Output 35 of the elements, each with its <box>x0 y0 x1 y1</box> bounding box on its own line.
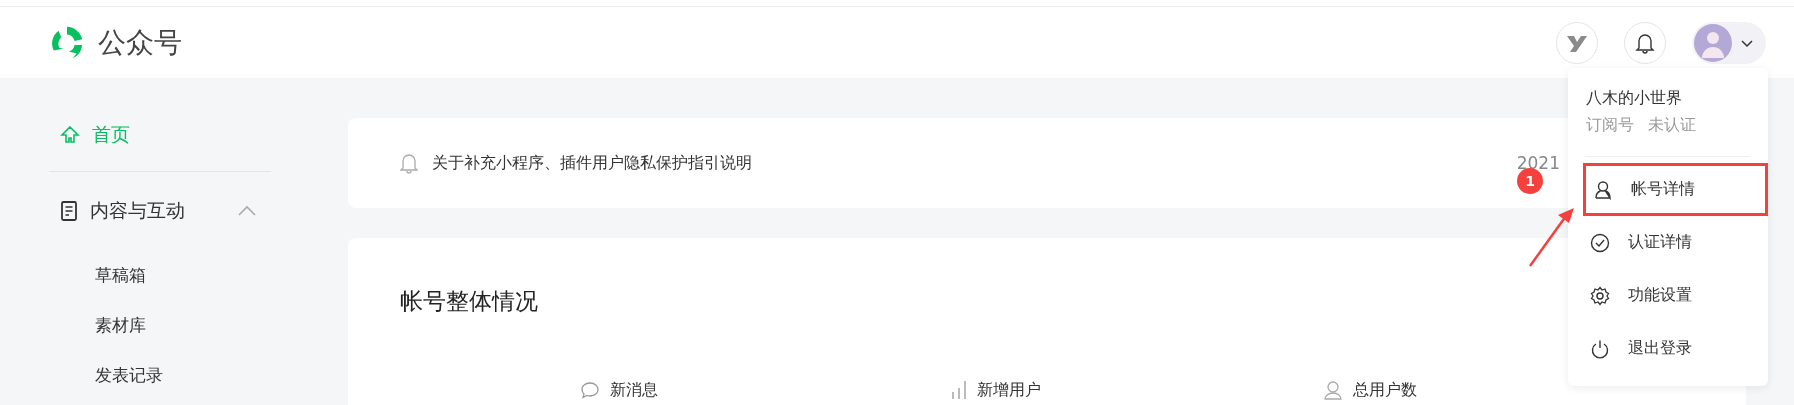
settings-icon <box>1590 285 1610 306</box>
chat-bubble-icon <box>580 381 600 399</box>
notification-button[interactable] <box>1624 21 1666 64</box>
account-name: 八木的小世界 <box>1585 87 1683 109</box>
bar-chart-icon <box>951 379 968 401</box>
account-button[interactable] <box>1692 21 1766 64</box>
bell-icon <box>1635 31 1655 54</box>
document-icon <box>60 200 78 222</box>
stat-label: 新增用户 <box>977 379 1042 401</box>
home-icon <box>60 125 80 145</box>
power-icon <box>1590 338 1610 359</box>
sidebar-group[interactable]: 内容与互动 <box>49 192 271 230</box>
bell-icon <box>400 152 418 174</box>
check-circle-icon <box>1590 232 1610 253</box>
user-icon <box>1322 380 1343 400</box>
menu-item[interactable]: 功能设置 <box>1583 269 1768 322</box>
menu-item[interactable]: 认证详情 <box>1583 216 1768 269</box>
verification-status: 未认证 <box>1648 115 1696 136</box>
brand-button[interactable] <box>1556 21 1598 64</box>
caret-icon <box>1740 37 1754 48</box>
chevron-icon <box>237 205 257 217</box>
sidebar-subitem[interactable]: 草稿箱 <box>49 250 271 300</box>
annotation-arrow <box>1528 206 1576 268</box>
sidebar-subitem[interactable]: 素材库 <box>49 300 271 350</box>
sidebar-subitem[interactable]: 发表记录 <box>49 350 271 400</box>
stat-label: 总用户数 <box>1352 379 1417 401</box>
account-type: 订阅号 <box>1586 115 1634 136</box>
avatar <box>1694 23 1732 62</box>
menu-item[interactable]: 退出登录 <box>1583 322 1768 375</box>
menu-item[interactable]: 帐号详情 <box>1583 163 1768 216</box>
stat-label: 新消息 <box>610 379 658 401</box>
section-title: 帐号整体情况 <box>400 287 538 316</box>
notice-link[interactable]: 关于补充小程序、插件用户隐私保护指引说明 <box>432 152 752 174</box>
app-title: 公众号 <box>98 24 182 61</box>
user-icon <box>1593 179 1613 200</box>
